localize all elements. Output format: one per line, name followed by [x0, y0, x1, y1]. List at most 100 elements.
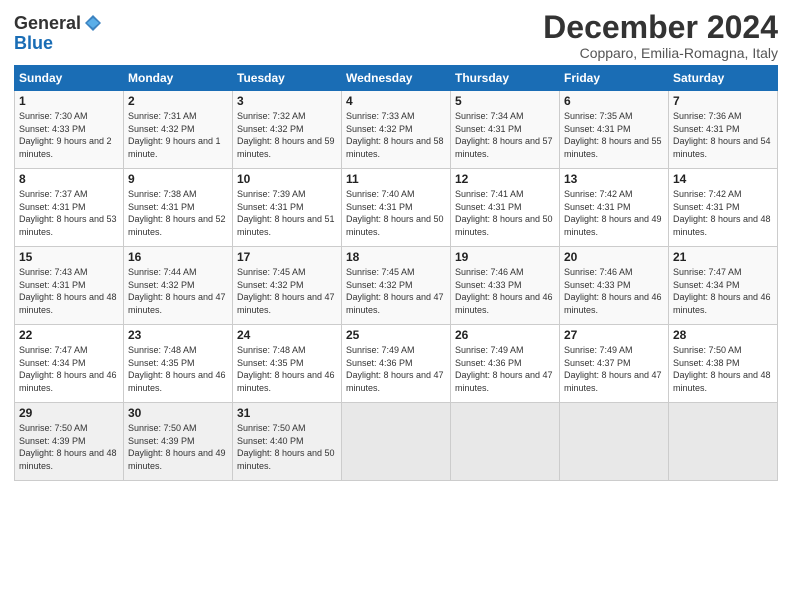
day-number: 16 — [128, 250, 228, 264]
calendar-cell: 29 Sunrise: 7:50 AMSunset: 4:39 PMDayligh… — [15, 403, 124, 481]
day-number: 17 — [237, 250, 337, 264]
day-info: Sunrise: 7:47 AMSunset: 4:34 PMDaylight:… — [19, 345, 117, 393]
calendar-cell: 22Sunrise: 7:47 AMSunset: 4:34 PMDayligh… — [15, 325, 124, 403]
calendar-cell — [669, 403, 778, 481]
calendar-week-4: 22Sunrise: 7:47 AMSunset: 4:34 PMDayligh… — [15, 325, 778, 403]
day-info: Sunrise: 7:49 AMSunset: 4:36 PMDaylight:… — [455, 345, 553, 393]
calendar-cell: 6 Sunrise: 7:35 AMSunset: 4:31 PMDaylight… — [560, 91, 669, 169]
calendar-cell: 4 Sunrise: 7:33 AMSunset: 4:32 PMDaylight… — [342, 91, 451, 169]
day-number: 10 — [237, 172, 337, 186]
logo-text: General — [14, 14, 81, 34]
day-info: Sunrise: 7:43 AMSunset: 4:31 PMDaylight:… — [19, 267, 117, 315]
calendar-cell: 11 Sunrise: 7:40 AMSunset: 4:31 PMDayligh… — [342, 169, 451, 247]
header-friday: Friday — [560, 66, 669, 91]
day-info: Sunrise: 7:42 AMSunset: 4:31 PMDaylight:… — [673, 189, 771, 237]
day-info: Sunrise: 7:49 AMSunset: 4:36 PMDaylight:… — [346, 345, 444, 393]
calendar-cell: 17Sunrise: 7:45 AMSunset: 4:32 PMDayligh… — [233, 247, 342, 325]
calendar-page: General Blue December 2024 Copparo, Emil… — [0, 0, 792, 612]
day-info: Sunrise: 7:46 AMSunset: 4:33 PMDaylight:… — [564, 267, 662, 315]
day-number: 29 — [19, 406, 119, 420]
calendar-cell: 19 Sunrise: 7:46 AMSunset: 4:33 PMDayligh… — [451, 247, 560, 325]
day-number: 3 — [237, 94, 337, 108]
day-number: 20 — [564, 250, 664, 264]
day-number: 26 — [455, 328, 555, 342]
day-number: 15 — [19, 250, 119, 264]
calendar-cell: 24 Sunrise: 7:48 AMSunset: 4:35 PMDayligh… — [233, 325, 342, 403]
day-info: Sunrise: 7:41 AMSunset: 4:31 PMDaylight:… — [455, 189, 553, 237]
header-monday: Monday — [124, 66, 233, 91]
header-wednesday: Wednesday — [342, 66, 451, 91]
calendar-cell: 5 Sunrise: 7:34 AMSunset: 4:31 PMDaylight… — [451, 91, 560, 169]
day-info: Sunrise: 7:50 AMSunset: 4:39 PMDaylight:… — [19, 423, 117, 471]
calendar-week-2: 8Sunrise: 7:37 AMSunset: 4:31 PMDaylight… — [15, 169, 778, 247]
header-sunday: Sunday — [15, 66, 124, 91]
calendar-cell: 2Sunrise: 7:31 AMSunset: 4:32 PMDaylight… — [124, 91, 233, 169]
header: General Blue December 2024 Copparo, Emil… — [14, 10, 778, 61]
calendar-week-5: 29 Sunrise: 7:50 AMSunset: 4:39 PMDayligh… — [15, 403, 778, 481]
header-thursday: Thursday — [451, 66, 560, 91]
day-info: Sunrise: 7:46 AMSunset: 4:33 PMDaylight:… — [455, 267, 553, 315]
calendar-cell: 14Sunrise: 7:42 AMSunset: 4:31 PMDayligh… — [669, 169, 778, 247]
day-info: Sunrise: 7:35 AMSunset: 4:31 PMDaylight:… — [564, 111, 662, 159]
header-tuesday: Tuesday — [233, 66, 342, 91]
day-info: Sunrise: 7:44 AMSunset: 4:32 PMDaylight:… — [128, 267, 226, 315]
calendar-cell: 27Sunrise: 7:49 AMSunset: 4:37 PMDayligh… — [560, 325, 669, 403]
day-number: 18 — [346, 250, 446, 264]
day-info: Sunrise: 7:34 AMSunset: 4:31 PMDaylight:… — [455, 111, 553, 159]
location-subtitle: Copparo, Emilia-Romagna, Italy — [543, 45, 778, 61]
day-number: 9 — [128, 172, 228, 186]
day-number: 11 — [346, 172, 446, 186]
day-info: Sunrise: 7:48 AMSunset: 4:35 PMDaylight:… — [128, 345, 226, 393]
calendar-cell: 10 Sunrise: 7:39 AMSunset: 4:31 PMDayligh… — [233, 169, 342, 247]
day-number: 24 — [237, 328, 337, 342]
calendar-cell: 7 Sunrise: 7:36 AMSunset: 4:31 PMDaylight… — [669, 91, 778, 169]
calendar-week-1: 1Sunrise: 7:30 AMSunset: 4:33 PMDaylight… — [15, 91, 778, 169]
day-info: Sunrise: 7:39 AMSunset: 4:31 PMDaylight:… — [237, 189, 335, 237]
day-number: 6 — [564, 94, 664, 108]
day-info: Sunrise: 7:32 AMSunset: 4:32 PMDaylight:… — [237, 111, 335, 159]
calendar-cell: 13 Sunrise: 7:42 AMSunset: 4:31 PMDayligh… — [560, 169, 669, 247]
calendar-cell: 1Sunrise: 7:30 AMSunset: 4:33 PMDaylight… — [15, 91, 124, 169]
day-number: 25 — [346, 328, 446, 342]
day-number: 19 — [455, 250, 555, 264]
day-info: Sunrise: 7:47 AMSunset: 4:34 PMDaylight:… — [673, 267, 771, 315]
day-number: 30 — [128, 406, 228, 420]
day-info: Sunrise: 7:40 AMSunset: 4:31 PMDaylight:… — [346, 189, 444, 237]
calendar-cell: 30 Sunrise: 7:50 AMSunset: 4:39 PMDayligh… — [124, 403, 233, 481]
calendar-cell — [451, 403, 560, 481]
day-number: 4 — [346, 94, 446, 108]
logo-line2: Blue — [14, 34, 103, 54]
day-number: 7 — [673, 94, 773, 108]
day-info: Sunrise: 7:36 AMSunset: 4:31 PMDaylight:… — [673, 111, 771, 159]
calendar-cell: 31 Sunrise: 7:50 AMSunset: 4:40 PMDayligh… — [233, 403, 342, 481]
day-number: 21 — [673, 250, 773, 264]
logo-icon — [83, 13, 103, 33]
calendar-week-3: 15 Sunrise: 7:43 AMSunset: 4:31 PMDayligh… — [15, 247, 778, 325]
header-row: Sunday Monday Tuesday Wednesday Thursday… — [15, 66, 778, 91]
day-number: 8 — [19, 172, 119, 186]
day-number: 5 — [455, 94, 555, 108]
day-info: Sunrise: 7:33 AMSunset: 4:32 PMDaylight:… — [346, 111, 444, 159]
header-saturday: Saturday — [669, 66, 778, 91]
day-info: Sunrise: 7:45 AMSunset: 4:32 PMDaylight:… — [346, 267, 444, 315]
calendar-cell: 16 Sunrise: 7:44 AMSunset: 4:32 PMDayligh… — [124, 247, 233, 325]
day-number: 23 — [128, 328, 228, 342]
day-info: Sunrise: 7:50 AMSunset: 4:39 PMDaylight:… — [128, 423, 226, 471]
calendar-cell: 9Sunrise: 7:38 AMSunset: 4:31 PMDaylight… — [124, 169, 233, 247]
title-area: December 2024 Copparo, Emilia-Romagna, I… — [543, 10, 778, 61]
day-number: 1 — [19, 94, 119, 108]
day-info: Sunrise: 7:49 AMSunset: 4:37 PMDaylight:… — [564, 345, 662, 393]
day-info: Sunrise: 7:42 AMSunset: 4:31 PMDaylight:… — [564, 189, 662, 237]
calendar-cell: 28Sunrise: 7:50 AMSunset: 4:38 PMDayligh… — [669, 325, 778, 403]
calendar-table: Sunday Monday Tuesday Wednesday Thursday… — [14, 65, 778, 481]
day-number: 12 — [455, 172, 555, 186]
calendar-cell: 26 Sunrise: 7:49 AMSunset: 4:36 PMDayligh… — [451, 325, 560, 403]
calendar-cell: 21 Sunrise: 7:47 AMSunset: 4:34 PMDayligh… — [669, 247, 778, 325]
day-info: Sunrise: 7:50 AMSunset: 4:40 PMDaylight:… — [237, 423, 335, 471]
day-info: Sunrise: 7:50 AMSunset: 4:38 PMDaylight:… — [673, 345, 771, 393]
day-number: 13 — [564, 172, 664, 186]
month-title: December 2024 — [543, 10, 778, 45]
calendar-cell: 25 Sunrise: 7:49 AMSunset: 4:36 PMDayligh… — [342, 325, 451, 403]
day-info: Sunrise: 7:48 AMSunset: 4:35 PMDaylight:… — [237, 345, 335, 393]
day-number: 31 — [237, 406, 337, 420]
